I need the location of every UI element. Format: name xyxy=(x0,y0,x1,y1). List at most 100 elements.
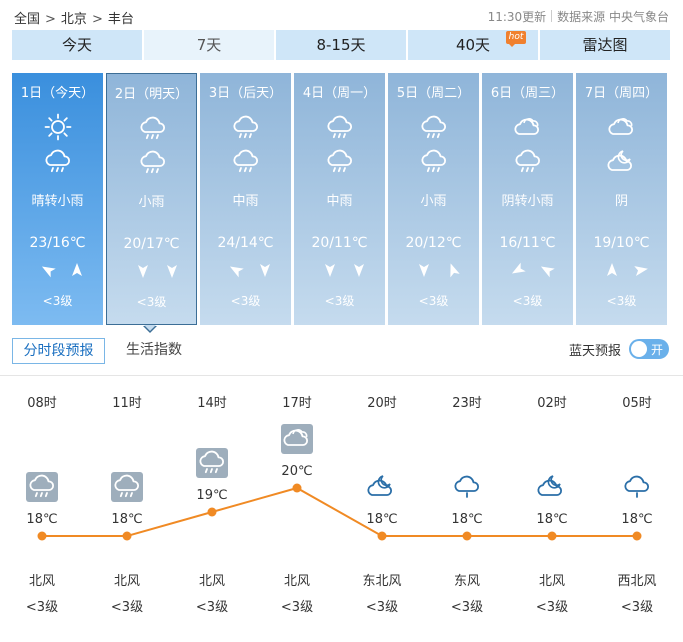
day-temperature: 24/14℃ xyxy=(217,235,274,251)
hour-wind-level: <3级 xyxy=(365,600,399,615)
hour-wind-direction: 北风 xyxy=(538,574,565,589)
top-bar: 全国 > 北京 > 丰台 11:30更新 数据来源 中央气象台 xyxy=(0,0,683,30)
hour-wind-level: <3级 xyxy=(25,600,59,615)
breadcrumb-separator: > xyxy=(45,12,56,27)
moon-cloud-icon xyxy=(536,472,568,502)
hour-wind-direction: 西北风 xyxy=(617,574,657,589)
wind-direction xyxy=(482,262,573,282)
cloud-icon xyxy=(606,113,638,141)
moon-cloud-icon xyxy=(606,147,638,175)
day-weather-desc: 阴转小雨 xyxy=(501,194,554,209)
rain-cloud-icon xyxy=(26,472,58,502)
tab-label: 8-15天 xyxy=(316,36,366,54)
breadcrumb-city[interactable]: 北京 xyxy=(61,12,87,27)
wind-level: <3级 xyxy=(324,294,355,308)
hour-time: 05时 xyxy=(622,396,652,411)
day-card[interactable]: 6日（周三） 阴转小雨 16/11℃ <3级 xyxy=(482,73,573,325)
hour-time: 08时 xyxy=(27,396,57,411)
wind-arrow-icon xyxy=(164,263,180,279)
hour-wind-direction: 北风 xyxy=(28,574,55,589)
day-card[interactable]: 5日（周二） 小雨 20/12℃ <3级 xyxy=(388,73,479,325)
wind-direction xyxy=(576,262,667,282)
wind-level: <3级 xyxy=(512,294,543,308)
data-source: 数据来源 中央气象台 xyxy=(557,10,669,24)
rain-cloud-icon xyxy=(230,113,262,141)
hour-wind-direction: 东北风 xyxy=(362,574,402,589)
tab-label: 7天 xyxy=(196,36,222,54)
hour-wind-level: <3级 xyxy=(280,600,314,615)
wind-direction xyxy=(12,262,103,282)
hour-temperature: 20℃ xyxy=(281,464,313,479)
hour-temperature: 18℃ xyxy=(621,512,653,527)
tab-today[interactable]: 今天 xyxy=(12,30,142,60)
hour-time: 02时 xyxy=(537,396,567,411)
temperature-point xyxy=(377,531,387,541)
hour-temperature: 18℃ xyxy=(111,512,143,527)
hour-temperature: 18℃ xyxy=(536,512,568,527)
wind-direction xyxy=(107,263,196,283)
rain-cloud-icon xyxy=(324,147,356,175)
wind-arrow-icon xyxy=(257,262,273,278)
day-card[interactable]: 3日（后天） 中雨 24/14℃ <3级 xyxy=(200,73,291,325)
day-temperature: 23/16℃ xyxy=(29,235,86,251)
wind-arrow-icon xyxy=(604,262,620,278)
hour-temperature: 18℃ xyxy=(366,512,398,527)
day-date: 2日（明天） xyxy=(114,87,189,102)
day-card[interactable]: 7日（周四） 阴 19/10℃ <3级 xyxy=(576,73,667,325)
toggle-knob xyxy=(631,341,647,357)
wind-arrow-icon xyxy=(135,263,151,279)
wind-level: <3级 xyxy=(230,294,261,308)
day-temperature: 19/10℃ xyxy=(593,235,650,251)
tab-hourly-forecast[interactable]: 分时段预报 xyxy=(12,338,105,364)
day-date: 6日（周三） xyxy=(490,86,565,101)
sun-icon xyxy=(42,113,74,141)
temperature-point xyxy=(37,531,47,541)
day-card[interactable]: 2日（明天） 小雨 20/17℃ <3级 xyxy=(106,73,197,325)
hour-wind-direction: 北风 xyxy=(283,574,310,589)
tab-life-index[interactable]: 生活指数 xyxy=(126,338,182,364)
day-date: 1日（今天） xyxy=(20,86,95,101)
tab-label: 今天 xyxy=(61,36,92,54)
wind-level: <3级 xyxy=(418,294,449,308)
wind-level: <3级 xyxy=(42,294,73,308)
bluesky-toggle[interactable]: 开 xyxy=(629,339,669,359)
tab-label: 40天 xyxy=(455,36,491,54)
tab-7days[interactable]: 7天 xyxy=(144,30,274,60)
wind-arrow-icon xyxy=(539,262,555,278)
wind-level: <3级 xyxy=(606,294,637,308)
day-temperature: 20/12℃ xyxy=(405,235,462,251)
rain-cloud-icon xyxy=(111,472,143,502)
wind-direction xyxy=(388,262,479,282)
hour-time: 11时 xyxy=(112,396,142,411)
hour-wind-direction: 北风 xyxy=(113,574,140,589)
hour-temperature: 18℃ xyxy=(451,512,483,527)
rain-cloud-icon xyxy=(418,147,450,175)
rain-icon xyxy=(451,472,483,502)
tab-radar[interactable]: 雷达图 xyxy=(540,30,670,60)
day-temperature: 20/17℃ xyxy=(123,236,180,252)
bluesky-label: 蓝天预报 xyxy=(568,344,621,359)
wind-arrow-icon xyxy=(322,262,338,278)
weather-page: 全国 > 北京 > 丰台 11:30更新 数据来源 中央气象台 今天 7天 8-15天 4… xyxy=(0,0,683,642)
hour-time: 17时 xyxy=(282,396,312,411)
day-date: 3日（后天） xyxy=(208,86,283,101)
wind-arrow-icon xyxy=(416,262,432,278)
hour-wind-level: <3级 xyxy=(535,600,569,615)
day-card[interactable]: 1日（今天） 晴转小雨 23/16℃ <3级 xyxy=(12,73,103,325)
hour-time: 20时 xyxy=(367,396,397,411)
tab-8-15days[interactable]: 8-15天 xyxy=(276,30,406,60)
toggle-label: 开 xyxy=(651,343,664,357)
rain-cloud-icon xyxy=(324,113,356,141)
wind-arrow-icon xyxy=(351,262,367,278)
rain-cloud-icon xyxy=(230,147,262,175)
tab-40days[interactable]: 40天 hot xyxy=(408,30,538,60)
temperature-point xyxy=(122,531,132,541)
tab-label: 雷达图 xyxy=(582,36,628,54)
seven-day-forecast: 1日（今天） 晴转小雨 23/16℃ <3级 2日（明天） 小雨 20/17℃ <3级 3日（后… xyxy=(12,73,670,327)
hour-wind-direction: 东风 xyxy=(453,574,480,589)
breadcrumb-country[interactable]: 全国 xyxy=(14,12,40,27)
day-card[interactable]: 4日（周一） 中雨 20/11℃ <3级 xyxy=(294,73,385,325)
day-weather-desc: 中雨 xyxy=(326,194,353,209)
meta-divider xyxy=(551,10,553,22)
day-temperature: 16/11℃ xyxy=(499,235,556,251)
